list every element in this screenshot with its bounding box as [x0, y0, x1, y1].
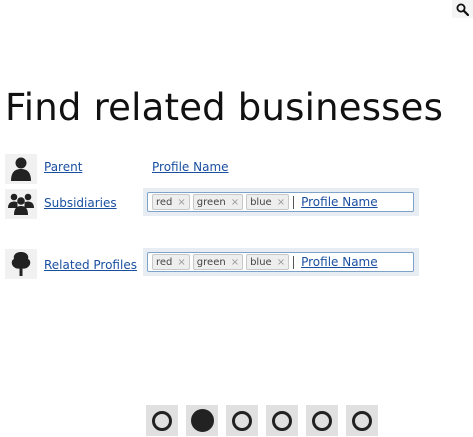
search-icon — [456, 3, 469, 16]
related-profiles-profile-name-link[interactable]: Profile Name — [301, 255, 378, 269]
tag-label: red — [156, 196, 173, 208]
filled-circle-icon — [190, 409, 214, 432]
tag-chip: red × — [152, 194, 190, 210]
subsidiaries-tag-input[interactable]: red × green × blue × Profile Name — [147, 192, 414, 212]
circle-icon — [312, 410, 332, 431]
tag-remove-icon[interactable]: × — [231, 257, 239, 268]
tag-label: blue — [250, 196, 272, 208]
related-profiles-tag-field-wrapper: red × green × blue × Profile Name — [143, 248, 419, 276]
parent-profile-name-link[interactable]: Profile Name — [152, 160, 229, 174]
tag-chip: green × — [192, 194, 244, 210]
tag-label: blue — [250, 256, 272, 268]
related-profiles-link[interactable]: Related Profiles — [44, 258, 137, 272]
tag-remove-icon[interactable]: × — [231, 197, 239, 208]
related-profiles-tag-input[interactable]: red × green × blue × Profile Name — [147, 252, 414, 272]
search-button[interactable] — [452, 0, 473, 18]
person-icon — [5, 154, 37, 184]
parent-link[interactable]: Parent — [44, 160, 82, 174]
circle-icon — [232, 410, 252, 431]
subsidiaries-tag-field-wrapper: red × green × blue × Profile Name — [143, 188, 419, 216]
page-dot-4[interactable] — [266, 405, 298, 436]
group-icon — [5, 189, 37, 219]
circle-icon — [272, 410, 292, 431]
page-dot-6[interactable] — [346, 405, 378, 436]
circle-icon — [152, 410, 172, 431]
text-caret — [293, 255, 295, 269]
subsidiaries-link[interactable]: Subsidiaries — [44, 196, 117, 210]
tag-remove-icon[interactable]: × — [277, 197, 285, 208]
tag-chip: blue × — [246, 194, 290, 210]
tree-icon — [5, 249, 37, 279]
tag-chip: green × — [192, 254, 244, 270]
page-dot-5[interactable] — [306, 405, 338, 436]
page-dot-1[interactable] — [146, 405, 178, 436]
tag-label: green — [196, 256, 226, 268]
tag-chip: red × — [152, 254, 190, 270]
page-title: Find related businesses — [5, 86, 444, 129]
circle-icon — [352, 410, 372, 431]
tag-label: red — [156, 256, 173, 268]
page-dot-2[interactable] — [186, 405, 218, 436]
pagination — [146, 405, 386, 436]
tag-label: green — [196, 196, 226, 208]
tag-remove-icon[interactable]: × — [177, 257, 185, 268]
page-dot-3[interactable] — [226, 405, 258, 436]
tag-remove-icon[interactable]: × — [277, 257, 285, 268]
tag-chip: blue × — [246, 254, 290, 270]
subsidiaries-profile-name-link[interactable]: Profile Name — [301, 195, 378, 209]
tag-remove-icon[interactable]: × — [177, 197, 185, 208]
text-caret — [293, 195, 295, 209]
